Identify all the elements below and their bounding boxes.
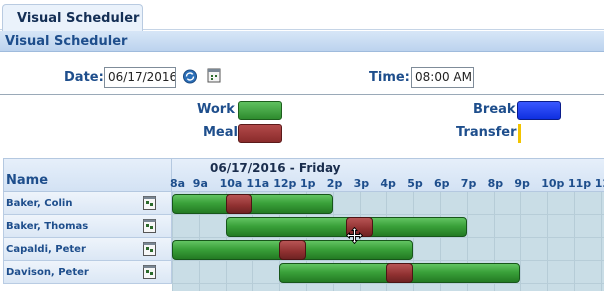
meal-break-bar[interactable] xyxy=(279,240,306,260)
time-label: Time: xyxy=(369,70,410,85)
divider xyxy=(0,94,604,95)
employee-name: Davison, Peter xyxy=(6,267,89,278)
name-row[interactable]: Capaldi, Peter xyxy=(3,238,172,261)
hour-label: 10a xyxy=(219,177,243,190)
timeline-hour-line xyxy=(574,192,575,291)
tab-visual-scheduler[interactable]: Visual Scheduler xyxy=(2,4,143,31)
timeline-row-line xyxy=(172,283,604,284)
employee-name: Capaldi, Peter xyxy=(6,244,86,255)
hour-label: 4p xyxy=(380,177,396,190)
timeline-row-line xyxy=(172,237,604,238)
timeline-hour-line xyxy=(600,192,602,291)
date-label: Date: xyxy=(64,70,104,85)
hour-label: 7p xyxy=(460,177,477,190)
hour-label: 11a xyxy=(246,177,270,190)
hour-label: 12 xyxy=(594,177,604,190)
hour-label: 10p xyxy=(541,177,565,190)
hour-label: 9a xyxy=(192,177,208,190)
schedule-detail-icon[interactable] xyxy=(143,242,156,256)
hour-label: 2p xyxy=(326,177,343,190)
calendar-icon[interactable] xyxy=(207,68,221,83)
name-row[interactable]: Davison, Peter xyxy=(3,261,172,284)
schedule-detail-icon[interactable] xyxy=(143,219,156,233)
legend-meal-swatch xyxy=(238,124,282,143)
hour-label: 1p xyxy=(300,177,316,190)
hour-label: 11p xyxy=(568,177,592,190)
employee-name: Baker, Thomas xyxy=(6,221,89,232)
name-row[interactable]: Baker, Colin xyxy=(3,192,172,215)
name-column-header: Name xyxy=(3,158,172,192)
legend-break-label: Break xyxy=(473,102,516,117)
legend-meal-label: Meal xyxy=(203,125,238,140)
legend-transfer-label: Transfer xyxy=(456,125,517,140)
hour-label: 8a xyxy=(170,177,186,190)
employee-name: Baker, Colin xyxy=(6,198,73,209)
section-title: Visual Scheduler xyxy=(0,31,604,52)
meal-break-bar[interactable] xyxy=(225,194,253,214)
hour-label: 5p xyxy=(407,177,423,190)
timeline-hour-line xyxy=(520,192,522,291)
tab-strip: Visual Scheduler xyxy=(0,0,604,31)
time-input[interactable]: 08:00 AM xyxy=(411,67,474,88)
calendar-refresh-icon[interactable] xyxy=(183,69,197,84)
hour-label: 8p xyxy=(487,177,504,190)
hour-label: 12p xyxy=(273,177,297,190)
legend-transfer-swatch xyxy=(518,124,521,143)
timeline-row-line xyxy=(172,260,604,261)
date-input[interactable]: 06/17/2016 xyxy=(104,67,176,88)
schedule-detail-icon[interactable] xyxy=(143,196,156,210)
meal-break-bar[interactable] xyxy=(386,263,414,283)
timeline-date-title: 06/17/2016 - Friday xyxy=(210,161,341,175)
legend-work-swatch xyxy=(238,101,282,120)
timeline-hour-line xyxy=(547,192,549,291)
name-row[interactable]: Baker, Thomas xyxy=(3,215,172,238)
hour-label: 9p xyxy=(514,177,530,190)
timeline-row-line xyxy=(172,214,604,215)
name-header-label: Name xyxy=(6,173,49,188)
schedule-detail-icon[interactable] xyxy=(143,265,156,279)
legend-break-swatch xyxy=(517,101,561,120)
legend-work-label: Work xyxy=(197,102,235,117)
hour-label: 3p xyxy=(353,177,370,190)
hour-label: 6p xyxy=(434,177,450,190)
move-cursor-icon xyxy=(346,227,363,244)
work-shift-bar[interactable] xyxy=(172,194,333,214)
